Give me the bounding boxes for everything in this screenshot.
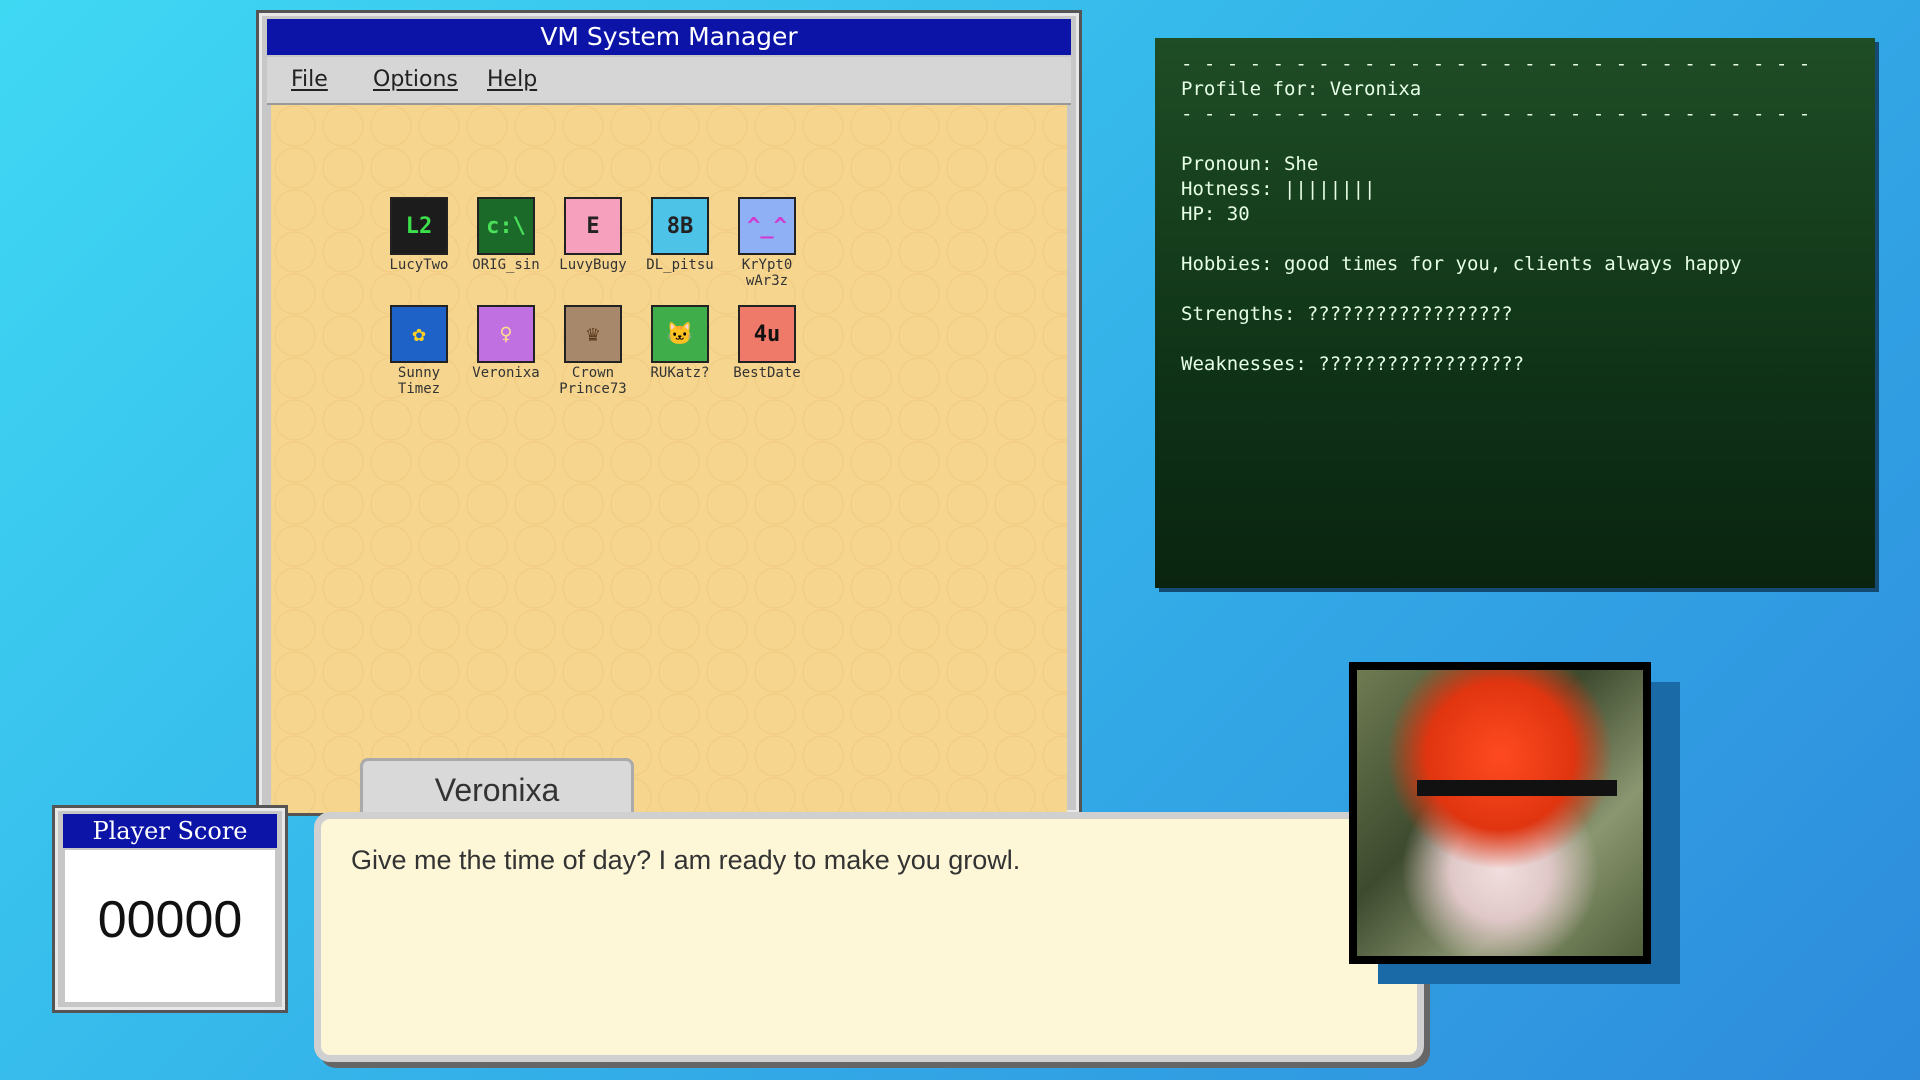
profile-terminal: - - - - - - - - - - - - - - - - - - - - … [1155,38,1875,588]
app-glyph: 4u [740,307,794,361]
profile-hobbies: Hobbies: good times for you, clients alw… [1181,253,1742,275]
app-5[interactable]: ✿ Sunny Timez [379,305,459,397]
dialogue-text: Give me the time of day? I am ready to m… [351,845,1020,876]
app-glyph: ✿ [392,307,446,361]
app-glyph: 🐱 [653,307,707,361]
censor-bar [1417,780,1617,796]
character-portrait [1349,662,1651,964]
4u-icon: 4u [738,305,796,363]
portrait-image [1357,670,1643,956]
terminal-icon: c:\ [477,197,535,255]
window-title: VM System Manager [267,19,1071,55]
app-7[interactable]: ♛ Crown Prince73 [553,305,633,397]
app-0[interactable]: L2 LucyTwo [379,197,459,273]
app-label: ORIG_sin [466,257,546,273]
app-3[interactable]: 8B DL_pitsu [640,197,720,273]
score-value: 00000 [65,850,275,1002]
player-score-window: Player Score 00000 [52,805,288,1013]
app-glyph: c:\ [479,199,533,253]
app-label: BestDate [727,365,807,381]
menu-bar: File Options Help [267,57,1071,105]
app-label: Sunny Timez [379,365,459,397]
app-label: KrYpt0 wAr3z [727,257,807,289]
app-label: LuvyBugy [553,257,633,273]
app-label: Veronixa [466,365,546,381]
profile-strengths: Strengths: ?????????????????? [1181,303,1513,325]
desktop: L2 LucyTwo c:\ ORIG_sin E LuvyBugy 8B DL_pitsu ^… [271,105,1067,813]
app-glyph: ♛ [566,307,620,361]
menu-file[interactable]: File [291,67,328,92]
profile-pronoun: Pronoun: She [1181,153,1318,175]
woman-icon: ♀ [477,305,535,363]
app-6[interactable]: ♀ Veronixa [466,305,546,381]
score-title: Player Score [63,814,277,848]
profile-divider-top: - - - - - - - - - - - - - - - - - - - - … [1181,53,1810,75]
profile-header: Profile for: Veronixa [1181,78,1421,100]
app-label: Crown Prince73 [553,365,633,397]
app-label: RUKatz? [640,365,720,381]
app-2[interactable]: E LuvyBugy [553,197,633,273]
app-9[interactable]: 4u BestDate [727,305,807,381]
menu-help[interactable]: Help [487,67,537,92]
prince-icon: ♛ [564,305,622,363]
app-label: DL_pitsu [640,257,720,273]
cat-icon: 🐱 [651,305,709,363]
app-label: LucyTwo [379,257,459,273]
app-glyph: ♀ [479,307,533,361]
menu-options[interactable]: Options [373,67,458,92]
robot-icon: L2 [390,197,448,255]
goggles-icon: 8B [651,197,709,255]
dialogue-box[interactable]: Give me the time of day? I am ready to m… [314,812,1424,1062]
vm-system-manager-window: VM System Manager File Options Help L2 Lu… [256,10,1082,816]
app-glyph: ^_^ [740,199,794,253]
app-glyph: L2 [392,199,446,253]
profile-divider-bottom: - - - - - - - - - - - - - - - - - - - - … [1181,103,1810,125]
smiley-icon: ^_^ [738,197,796,255]
profile-hotness: Hotness: |||||||| [1181,178,1375,200]
app-4[interactable]: ^_^ KrYpt0 wAr3z [727,197,807,289]
app-1[interactable]: c:\ ORIG_sin [466,197,546,273]
sunflower-icon: ✿ [390,305,448,363]
app-glyph: E [566,199,620,253]
profile-weaknesses: Weaknesses: ?????????????????? [1181,353,1524,375]
app-8[interactable]: 🐱 RUKatz? [640,305,720,381]
app-glyph: 8B [653,199,707,253]
profile-hp: HP: 30 [1181,203,1250,225]
face-icon: E [564,197,622,255]
